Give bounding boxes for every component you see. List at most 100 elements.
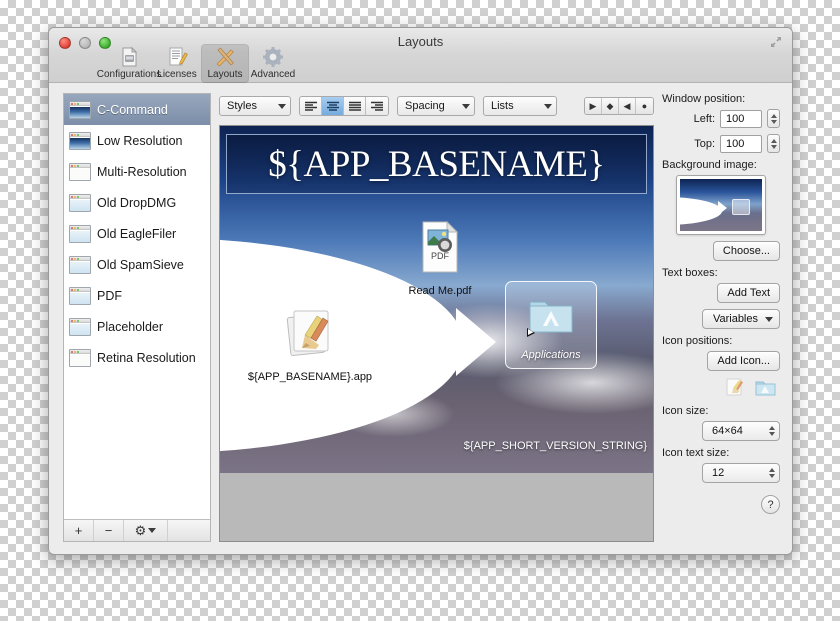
svg-text:PDF: PDF — [431, 251, 450, 261]
styles-dropdown[interactable]: Styles — [219, 96, 291, 116]
sidebar-item-old-dropdmg[interactable]: Old DropDMG — [64, 187, 210, 218]
add-text-row: Add Text — [662, 283, 780, 303]
top-label: Top: — [694, 137, 715, 150]
background-image-label: Background image: — [662, 159, 757, 171]
add-text-button[interactable]: Add Text — [717, 283, 780, 303]
sidebar-item-label: Old SpamSieve — [97, 257, 184, 272]
layout-thumbnail-icon — [69, 100, 91, 119]
app-mini-icon[interactable] — [724, 377, 746, 397]
layout-actions-button[interactable]: ⚙ — [124, 520, 168, 541]
spacing-dropdown[interactable]: Spacing — [397, 96, 475, 116]
top-stepper[interactable] — [767, 134, 780, 153]
canvas-item-label: Applications — [521, 349, 581, 361]
sidebar-item-placeholder[interactable]: Placeholder — [64, 311, 210, 342]
title-text-box[interactable]: ${APP_BASENAME} — [226, 134, 647, 194]
choose-background-button[interactable]: Choose... — [712, 241, 780, 261]
help-button[interactable]: ? — [761, 495, 780, 514]
layout-editor: Styles Spacing Lists ▶ ◆ ◀ ● ${APP_BASEN… — [219, 93, 654, 542]
layout-thumbnail-icon — [69, 162, 91, 181]
sidebar-item-retina-resolution[interactable]: Retina Resolution — [64, 342, 210, 373]
sidebar-item-low-resolution[interactable]: Low Resolution — [64, 125, 210, 156]
left-label: Left: — [693, 112, 715, 125]
align-center-button[interactable] — [322, 97, 344, 115]
layout-thumbnail-icon — [69, 193, 91, 212]
add-layout-button[interactable]: + — [64, 520, 94, 541]
canvas-item-app[interactable]: ${APP_BASENAME}.app — [235, 304, 385, 385]
icon-size-row: 64×64 — [662, 421, 780, 441]
updown-icon — [769, 426, 775, 436]
sidebar-item-pdf[interactable]: PDF — [64, 280, 210, 311]
fullscreen-icon[interactable] — [769, 35, 783, 49]
configurations-icon — [116, 46, 142, 68]
layouts-icon — [212, 46, 238, 68]
lists-label: Lists — [491, 100, 514, 112]
icon-text-size-select[interactable]: 12 — [702, 463, 780, 483]
align-left-button[interactable] — [300, 97, 322, 115]
icon-text-size-row: 12 — [662, 463, 780, 483]
toolbar-item-layouts[interactable]: Layouts — [201, 44, 249, 83]
help-row: ? — [662, 495, 780, 514]
sidebar-item-old-eaglefiler[interactable]: Old EagleFiler — [64, 218, 210, 249]
left-position-row: Left: 100 — [662, 109, 780, 128]
sidebar-item-multi-resolution[interactable]: Multi-Resolution — [64, 156, 210, 187]
background-image-preview[interactable] — [676, 175, 766, 235]
lists-dropdown[interactable]: Lists — [483, 96, 557, 116]
text-boxes-label: Text boxes: — [662, 267, 718, 279]
icon-positions-preview — [662, 377, 780, 397]
icon-size-label: Icon size: — [662, 405, 709, 417]
align-justify-button[interactable] — [344, 97, 366, 115]
alignment-segmented-control[interactable] — [299, 96, 389, 116]
sidebar-item-label: Placeholder — [97, 319, 164, 334]
canvas-item-label: ${APP_BASENAME}.app — [247, 371, 373, 383]
chevron-down-icon — [544, 103, 552, 109]
advanced-gear-icon — [260, 46, 286, 68]
sidebar-item-label: C-Command — [97, 102, 168, 117]
toolbar-item-licenses[interactable]: Licenses — [153, 44, 201, 83]
preview-nav-group[interactable]: ▶ ◆ ◀ ● — [584, 97, 654, 115]
updown-icon — [769, 468, 775, 478]
layouts-list[interactable]: C-Command Low Resolution Multi-Resolutio… — [64, 94, 210, 519]
spacing-label: Spacing — [405, 100, 445, 112]
window-content: C-Command Low Resolution Multi-Resolutio… — [49, 83, 792, 554]
sidebar-item-old-spamsieve[interactable]: Old SpamSieve — [64, 249, 210, 280]
main-toolbar: Configurations Licenses Layouts Advanced — [49, 44, 792, 83]
toolbar-item-configurations[interactable]: Configurations — [97, 44, 161, 83]
align-right-button[interactable] — [366, 97, 388, 115]
window-position-label: Window position: — [662, 93, 746, 105]
folder-mini-icon[interactable] — [754, 377, 776, 397]
canvas-item-readme-pdf[interactable]: PDF Read Me.pdf — [392, 218, 488, 299]
chevron-down-icon — [148, 528, 157, 533]
sidebar-footer-filler — [168, 520, 210, 541]
remove-layout-button[interactable]: − — [94, 520, 124, 541]
layout-thumbnail-icon — [69, 286, 91, 305]
layouts-sidebar: C-Command Low Resolution Multi-Resolutio… — [63, 93, 211, 542]
canvas-item-applications[interactable]: Applications — [503, 288, 599, 363]
circle-icon[interactable]: ● — [636, 98, 653, 114]
top-position-row: Top: 100 — [662, 134, 780, 153]
version-text-box[interactable]: ${APP_SHORT_VERSION_STRING} — [464, 440, 647, 452]
add-icon-button[interactable]: Add Icon... — [707, 351, 780, 371]
layout-thumbnail-icon — [69, 255, 91, 274]
layout-canvas[interactable]: ${APP_BASENAME} PDF Read Me.pdf ${APP_BA… — [219, 125, 654, 542]
layout-thumbnail-icon — [69, 348, 91, 367]
left-stepper[interactable] — [767, 109, 780, 128]
top-input[interactable]: 100 — [720, 134, 762, 153]
play-right-icon[interactable]: ▶ — [585, 98, 602, 114]
sidebar-item-label: Old EagleFiler — [97, 226, 177, 241]
icon-text-size-label: Icon text size: — [662, 447, 730, 459]
canvas-empty-area — [220, 473, 653, 541]
icon-size-select[interactable]: 64×64 — [702, 421, 780, 441]
toolbar-label: Licenses — [157, 69, 197, 80]
add-icon-row: Add Icon... — [662, 351, 780, 371]
diamond-icon[interactable]: ◆ — [602, 98, 619, 114]
sidebar-item-label: PDF — [97, 288, 122, 303]
play-left-icon[interactable]: ◀ — [619, 98, 636, 114]
left-input[interactable]: 100 — [720, 109, 762, 128]
variables-row: Variables — [662, 309, 780, 329]
format-toolbar: Styles Spacing Lists ▶ ◆ ◀ ● — [219, 93, 654, 119]
variables-dropdown[interactable]: Variables — [701, 309, 780, 329]
sidebar-item-label: Retina Resolution — [97, 350, 196, 365]
sidebar-item-c-command[interactable]: C-Command — [64, 94, 210, 125]
toolbar-item-advanced[interactable]: Advanced — [249, 44, 297, 83]
licenses-icon — [164, 46, 190, 68]
